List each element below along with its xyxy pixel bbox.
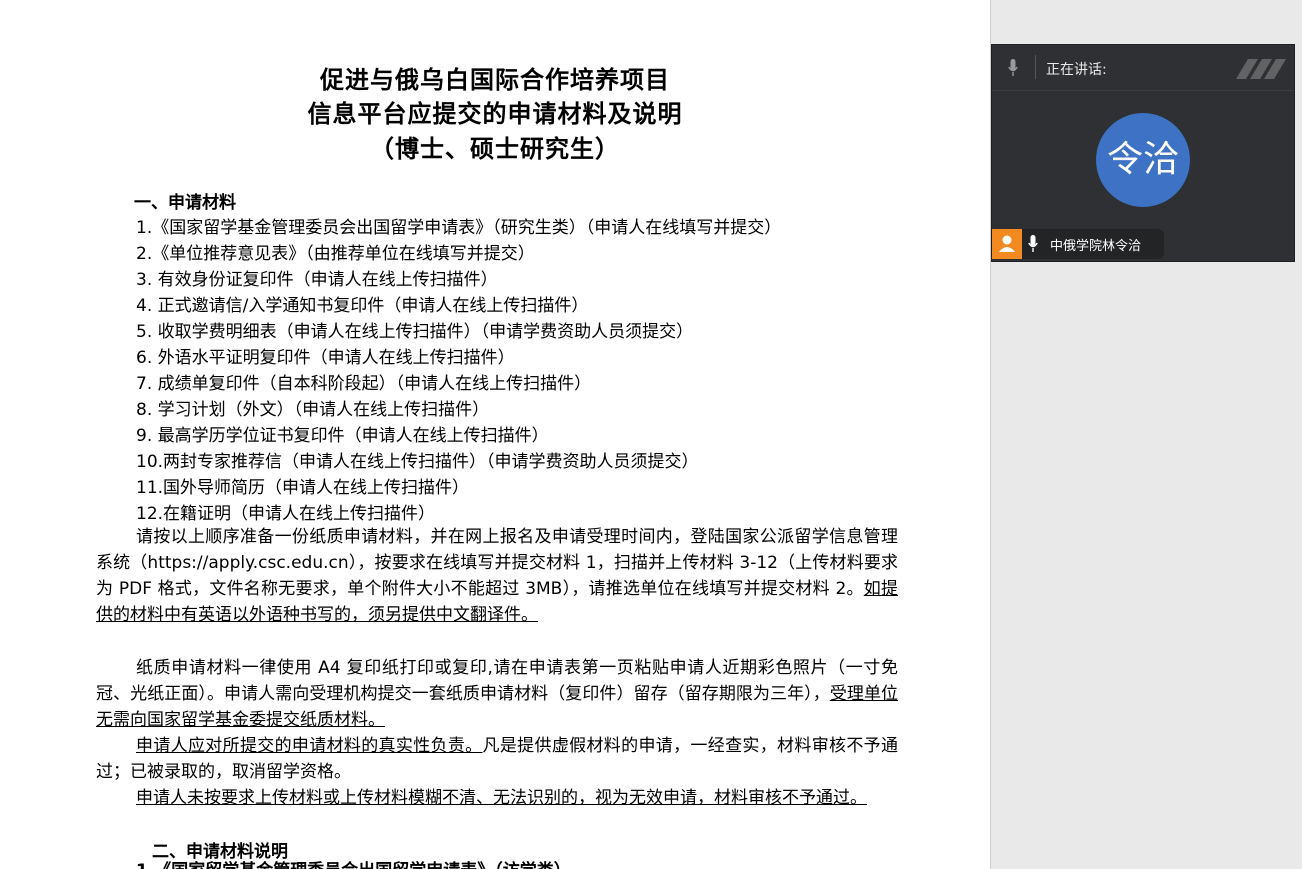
list-item: 1.《国家留学基金管理委员会出国留学申请表》（研究生类）（申请人在线填写并提交） xyxy=(136,218,782,238)
person-icon xyxy=(992,229,1022,259)
paragraph-text: 纸质申请材料一律使用 A4 复印纸打印或复印,请在申请表第一页粘贴申请人近期彩色… xyxy=(96,658,898,704)
paragraph-text: 请按以上顺序准备一份纸质申请材料，并在网上报名及申请受理时间内，登陆国家公派留学… xyxy=(96,527,898,599)
doc-title-line-2: 信息平台应提交的申请材料及说明 xyxy=(307,100,683,128)
list-item: 9. 最高学历学位证书复印件（申请人在线上传扫描件） xyxy=(136,426,549,446)
paragraph-authenticity: 申请人应对所提交的申请材料的真实性负责。凡是提供虚假材料的申请，一经查实，材料审… xyxy=(96,733,898,785)
list-item: 7. 成绩单复印件（自本科阶段起）（申请人在线上传扫描件） xyxy=(136,374,592,394)
materials-list: 1.《国家留学基金管理委员会出国留学申请表》（研究生类）（申请人在线填写并提交）… xyxy=(136,215,781,527)
divider xyxy=(1035,55,1036,79)
document-page: 促进与俄乌白国际合作培养项目 信息平台应提交的申请材料及说明 （博士、硕士研究生… xyxy=(0,0,991,869)
speaking-label: 正在讲话: xyxy=(1046,62,1107,78)
doc-title-line-3: （博士、硕士研究生） xyxy=(370,135,620,163)
list-item: 11.国外导师简历（申请人在线上传扫描件） xyxy=(136,478,470,498)
list-item: 10.两封专家推荐信（申请人在线上传扫描件）（申请学费资助人员须提交） xyxy=(136,452,699,472)
list-item: 8. 学习计划（外文）（申请人在线上传扫描件） xyxy=(136,400,490,420)
participant-name: 中俄学院林令洽 xyxy=(1050,239,1142,254)
paragraph-paper-materials: 纸质申请材料一律使用 A4 复印纸打印或复印,请在申请表第一页粘贴申请人近期彩色… xyxy=(96,655,898,733)
list-item: 3. 有效身份证复印件（申请人在线上传扫描件） xyxy=(136,270,498,290)
logo-icon xyxy=(1236,59,1286,79)
meeting-video-panel[interactable]: 正在讲话: 令洽 中俄学院林令洽 xyxy=(991,44,1295,262)
doc-title-line-1: 促进与俄乌白国际合作培养项目 xyxy=(320,66,670,94)
list-item: 5. 收取学费明细表（申请人在线上传扫描件）（申请学费资助人员须提交） xyxy=(136,322,694,342)
list-item: 6. 外语水平证明复印件（申请人在线上传扫描件） xyxy=(136,348,515,368)
partial-list-item: 1.《国家留学基金管理委员会出国留学申请表》（访学类） xyxy=(136,856,571,869)
speaker-header: 正在讲话: xyxy=(992,45,1294,91)
underlined-text: 申请人应对所提交的申请材料的真实性负责。 xyxy=(136,736,483,756)
list-item: 4. 正式邀请信/入学通知书复印件（申请人在线上传扫描件） xyxy=(136,296,589,316)
microphone-icon xyxy=(1028,235,1038,252)
participant-name-tag: 中俄学院林令洽 xyxy=(992,229,1164,259)
paragraph-invalid: 申请人未按要求上传材料或上传材料模糊不清、无法识别的，视为无效申请，材料审核不予… xyxy=(96,785,898,811)
microphone-icon[interactable] xyxy=(1008,59,1018,77)
underlined-text: 申请人未按要求上传材料或上传材料模糊不清、无法识别的，视为无效申请，材料审核不予… xyxy=(136,788,867,808)
avatar: 令洽 xyxy=(1096,113,1190,207)
section-heading-materials: 一、申请材料 xyxy=(134,193,236,213)
list-item: 2.《单位推荐意见表》（由推荐单位在线填写并提交） xyxy=(136,244,535,264)
paragraph-submission: 请按以上顺序准备一份纸质申请材料，并在网上报名及申请受理时间内，登陆国家公派留学… xyxy=(96,524,898,628)
